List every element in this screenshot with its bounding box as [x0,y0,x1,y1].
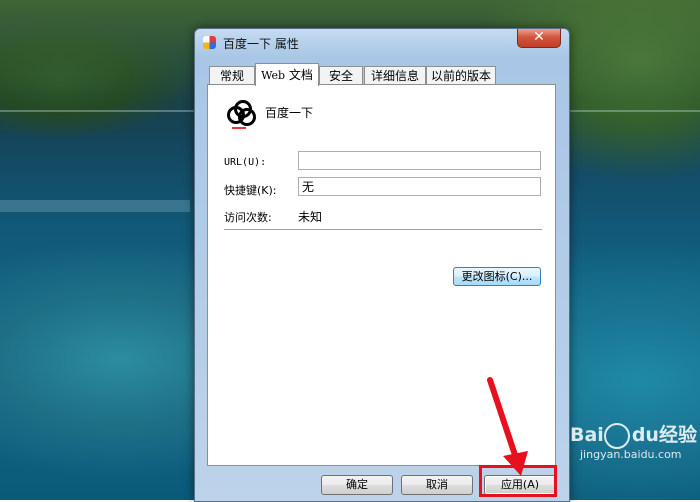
watermark-product: 经验 [658,424,697,446]
baidu-jingyan-watermark: Bai du经验 jingyan.baidu.com [570,420,697,461]
watermark-brand2: du [631,424,659,446]
tab-web-label-cn: 文档 [288,68,313,82]
watermark-brand: Bai [570,424,604,446]
watermark-site: jingyan.baidu.com [580,448,682,461]
baidu-paw-icon [603,422,630,449]
tab-web-label-latin: Web [261,69,286,82]
tab-web-document[interactable]: Web 文档 [255,63,319,86]
